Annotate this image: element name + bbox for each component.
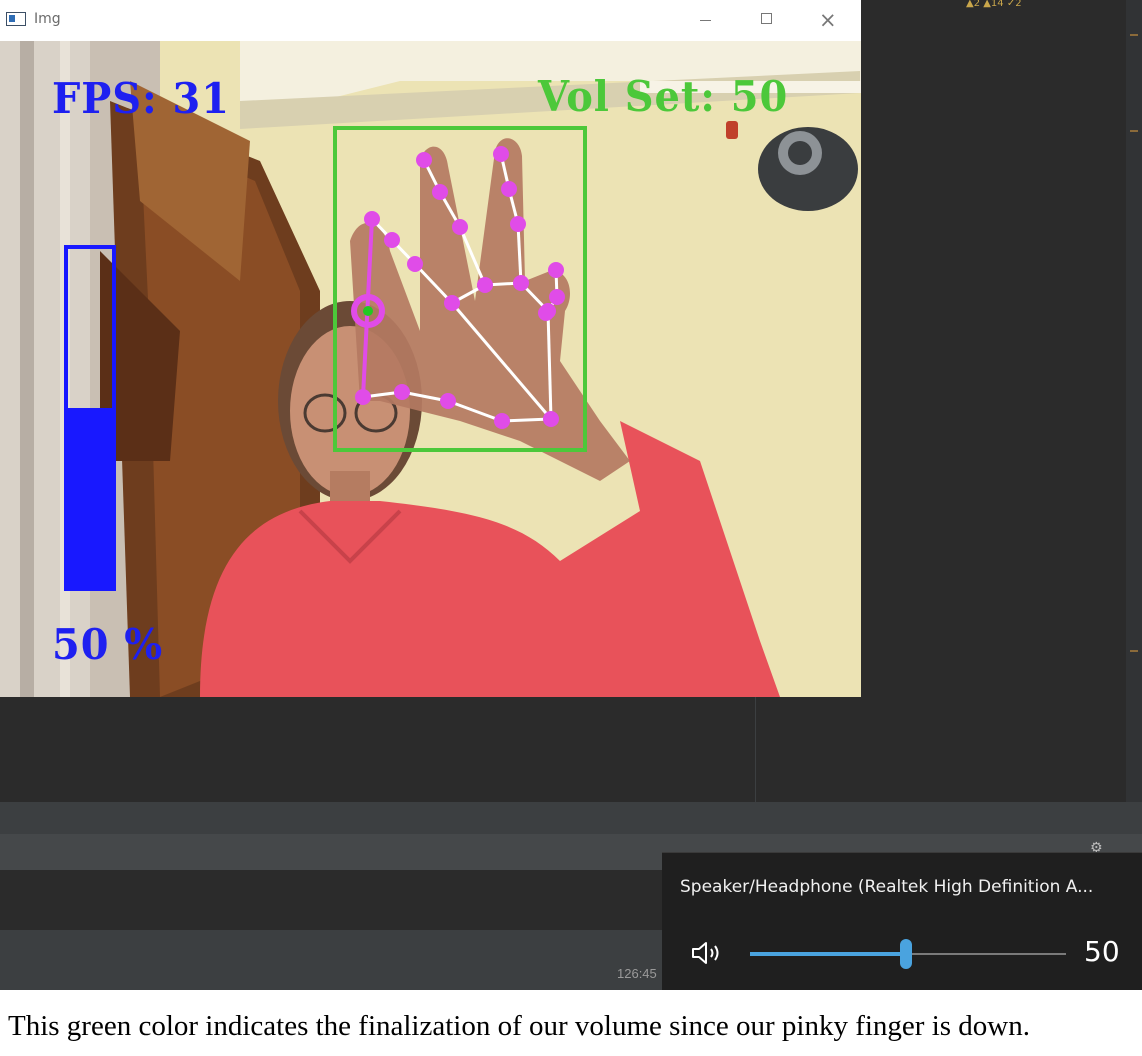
landmark-point [538,305,554,321]
landmark-point [432,184,448,200]
volume-slider-fill [750,952,906,956]
ide-divider [755,697,756,802]
img-window[interactable]: Img × FPS: 31 Vol Set: 50 50 % [0,0,861,697]
landmark-point [355,389,371,405]
ide-panel-header [0,802,1142,834]
landmark-point [549,289,565,305]
landmark-point [543,411,559,427]
landmark-point [493,146,509,162]
landmark-connection [516,223,523,284]
landmark-connection [546,310,553,420]
ide-inspection-indicators[interactable]: ▲2 ▲14 ✓2 [966,0,1022,9]
landmark-point [513,275,529,291]
hand-bounding-box [333,126,587,452]
maximize-button[interactable] [737,0,797,41]
close-button[interactable]: × [799,0,859,41]
volume-percent-label: 50 % [52,620,164,669]
close-icon: × [819,8,837,32]
figure-caption: This green color indicates the finalizat… [8,1010,1030,1042]
landmark-connection [413,262,454,305]
webcam-frame [0,41,861,697]
landmark-point [407,256,423,272]
audio-device-name[interactable]: Speaker/Headphone (Realtek High Definiti… [680,877,1093,897]
landmark-point [494,413,510,429]
landmark-point [548,262,564,278]
active-fingertip-dot [363,306,373,316]
landmark-point [477,277,493,293]
ide-gutter-marker[interactable] [1130,650,1138,652]
volume-flyout[interactable]: Speaker/Headphone (Realtek High Definiti… [662,852,1142,990]
ide-gutter-marker[interactable] [1130,34,1138,36]
window-app-icon [6,12,26,26]
landmark-connection [458,226,487,286]
landmark-point [440,393,456,409]
maximize-icon [761,13,772,24]
landmark-connection [447,399,503,423]
landmark-point [416,152,432,168]
volume-slider-thumb[interactable] [900,939,912,969]
landmark-connections [361,153,559,423]
landmark-point [452,219,468,235]
landmark-point [510,216,526,232]
hand-landmarks-overlay [333,126,587,452]
ide-gutter-marker[interactable] [1130,130,1138,132]
volume-bar-fill [64,408,116,591]
window-title: Img [34,11,61,27]
landmark-point [364,211,380,227]
volume-value: 50 [1084,935,1120,968]
minimize-icon [700,20,711,21]
landmark-point [501,181,517,197]
landmark-connection [450,302,553,420]
desktop-screen: ▲2 ▲14 ✓2 ⚙ 126:45 Img × FPS: 31 Vol Set… [0,0,1142,990]
speaker-icon[interactable] [690,940,726,966]
landmark-point [444,295,460,311]
landmark-point [384,232,400,248]
vol-set-label: Vol Set: 50 [538,72,789,121]
minimize-button[interactable] [675,0,735,41]
ide-position-readout: 126:45 [617,966,657,981]
fps-label: FPS: 31 [52,74,230,123]
window-titlebar[interactable]: Img × [0,0,861,41]
landmark-point [394,384,410,400]
landmark-points [355,146,565,429]
